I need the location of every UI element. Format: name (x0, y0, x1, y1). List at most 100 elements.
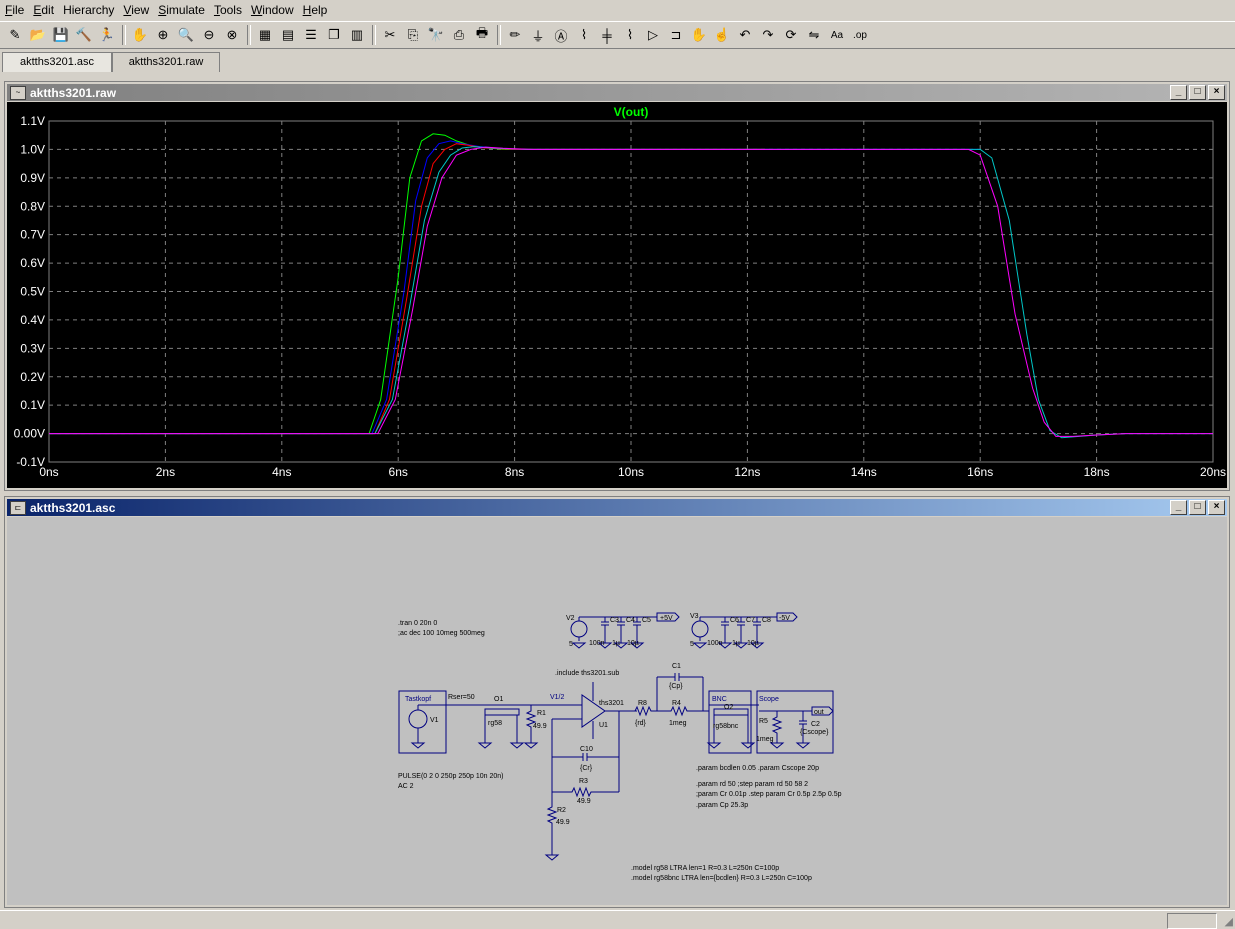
redo-icon[interactable]: ↷ (757, 24, 779, 46)
r3-value: 49.9 (577, 798, 591, 805)
zoom-in-icon[interactable]: ⊕ (152, 24, 174, 46)
menu-tools[interactable]: Tools (209, 0, 246, 20)
zoom-pan-icon[interactable]: 🔍 (175, 24, 197, 46)
waveform-window-icon: ~ (10, 85, 26, 100)
waveform-chart[interactable]: -0.1V0.00V0.1V0.2V0.3V0.4V0.5V0.6V0.7V0.… (7, 102, 1227, 489)
c-100n: 100n (589, 640, 605, 647)
inductor-icon[interactable]: ⌇ (619, 24, 641, 46)
run-icon[interactable]: 🏃 (96, 24, 118, 46)
resistor-icon[interactable]: ⌇ (573, 24, 595, 46)
close-button[interactable]: × (1208, 85, 1225, 100)
series-line-3 (49, 143, 765, 435)
x-tick-label: 18ns (1084, 465, 1110, 479)
rser-label: Rser=50 (448, 694, 475, 701)
close-button[interactable]: × (1208, 500, 1225, 515)
find-icon[interactable]: 🔭 (425, 24, 447, 46)
plus5v-label: +5V (660, 615, 673, 622)
menu-file[interactable]: File (0, 0, 28, 20)
autorange-icon[interactable]: ▦ (254, 24, 276, 46)
ground-icon[interactable]: ⏚ (527, 24, 549, 46)
maximize-button[interactable]: □ (1189, 85, 1206, 100)
schematic-window-title: aktths3201.asc (30, 500, 116, 515)
scope-label: Scope (759, 696, 779, 703)
capacitor-icon[interactable]: ╪ (596, 24, 618, 46)
status-panel (1167, 913, 1217, 929)
resize-grip-icon[interactable]: ◢ (1225, 915, 1233, 928)
x-tick-label: 16ns (967, 465, 993, 479)
rd-value: {rd} (635, 720, 647, 727)
c2-label: C2 (811, 721, 820, 728)
cascade-icon[interactable]: ❐ (323, 24, 345, 46)
c7-label: C7 (746, 617, 755, 624)
print-preview-icon[interactable]: ⎙ (448, 24, 470, 46)
y-tick-label: 0.00V (14, 427, 45, 441)
rg58-label: rg58 (488, 720, 502, 727)
c3-value: 1µ (612, 640, 620, 647)
spice-directive-icon[interactable]: .op (849, 24, 871, 46)
y-tick-label: 0.4V (20, 313, 45, 327)
new-schematic-icon[interactable]: ✎ (4, 24, 26, 46)
minimize-button[interactable]: _ (1170, 85, 1187, 100)
cut-icon[interactable]: ✂ (379, 24, 401, 46)
o2-label: O2 (724, 704, 733, 711)
c3-label: C3 (610, 617, 619, 624)
trace-label[interactable]: V(out) (614, 105, 649, 119)
control-panel-icon[interactable]: 🔨 (73, 24, 95, 46)
text-icon[interactable]: Aa (826, 24, 848, 46)
y-tick-label: 0.2V (20, 370, 45, 384)
pulse-value: PULSE(0 2 0 250p 250p 10n 20n) (398, 773, 503, 780)
r5-value: 1meg (756, 736, 774, 743)
x-tick-label: 20ns (1200, 465, 1226, 479)
schematic-drawing[interactable]: .tran 0 20n 0 ;ac dec 100 10meg 500meg V… (7, 517, 1227, 907)
r1-label: R1 (537, 710, 546, 717)
param-line2: .param rd 50 ;step param rd 50 58 2 (696, 781, 808, 788)
copy-icon[interactable]: ⎘ (402, 24, 424, 46)
label-icon[interactable]: Ⓐ (550, 24, 572, 46)
ths3201-label: ths3201 (599, 700, 624, 707)
save-icon[interactable]: 💾 (50, 24, 72, 46)
v2-value: 5 (569, 641, 573, 648)
tab-waveform[interactable]: aktths3201.raw (112, 52, 220, 72)
c5-label: C5 (642, 617, 651, 624)
maximize-button[interactable]: □ (1189, 500, 1206, 515)
menu-view[interactable]: View (118, 0, 153, 20)
menu-help[interactable]: Help (298, 0, 332, 20)
mirror-icon[interactable]: ⇋ (803, 24, 825, 46)
r4-value: 1meg (669, 720, 687, 727)
menu-simulate[interactable]: Simulate (153, 0, 209, 20)
wire-icon[interactable]: ✏ (504, 24, 526, 46)
tile-horizontal-icon[interactable]: ☰ (300, 24, 322, 46)
drag-icon[interactable]: ☝ (711, 24, 733, 46)
toolbar: ✎ 📂 💾 🔨 🏃 ✋ ⊕ 🔍 ⊖ ⊗ ▦ ▤ ☰ ❐ ▥ ✂ ⎘ 🔭 ⎙ 🖶 ✏ ⏚ Ⓐ ⌇ ╪ ⌇ ▷ ⊐ ✋ ☝ ↶ ↷ ⟳ ⇋ Aa .op (0, 21, 1235, 49)
ac2-value: AC 2 (398, 783, 414, 790)
c4-value: 10µ (627, 640, 639, 647)
move-icon[interactable]: ✋ (688, 24, 710, 46)
menu-window[interactable]: Window (246, 0, 298, 20)
component-icon[interactable]: ⊐ (665, 24, 687, 46)
zoom-cancel-icon[interactable]: ⊗ (221, 24, 243, 46)
cp-value: {Cp} (669, 683, 683, 690)
toolbar-separator (497, 25, 501, 45)
zoom-out-icon[interactable]: ⊖ (198, 24, 220, 46)
toolbar-separator (372, 25, 376, 45)
ac-directive: ;ac dec 100 10meg 500meg (398, 630, 485, 637)
minimize-button[interactable]: _ (1170, 500, 1187, 515)
c7-value: 1µ (732, 640, 740, 647)
cscope-value: {Cscope} (800, 729, 829, 736)
menu-edit[interactable]: Edit (28, 0, 58, 20)
schematic-canvas[interactable]: .tran 0 20n 0 ;ac dec 100 10meg 500meg V… (7, 517, 1227, 905)
plot-pane[interactable]: -0.1V 0.00V 0.1V 0.2V 0.3V 0.4V 0.5V 0.6V 0.7V 0.… (7, 102, 1227, 488)
halt-icon[interactable]: ✋ (129, 24, 151, 46)
c4-label: C4 (626, 617, 635, 624)
model-line2: .model rg58bnc LTRA len={bcdlen} R=0.3 L… (631, 875, 812, 882)
rotate-icon[interactable]: ⟳ (780, 24, 802, 46)
diode-icon[interactable]: ▷ (642, 24, 664, 46)
print-icon[interactable]: 🖶 (471, 24, 493, 46)
undo-icon[interactable]: ↶ (734, 24, 756, 46)
y-tick-label: 1.0V (20, 142, 45, 156)
menu-hierarchy[interactable]: Hierarchy (58, 0, 118, 20)
open-icon[interactable]: 📂 (27, 24, 49, 46)
manual-limits-icon[interactable]: ▤ (277, 24, 299, 46)
tab-schematic[interactable]: aktths3201.asc (2, 52, 112, 72)
tile-vertical-icon[interactable]: ▥ (346, 24, 368, 46)
